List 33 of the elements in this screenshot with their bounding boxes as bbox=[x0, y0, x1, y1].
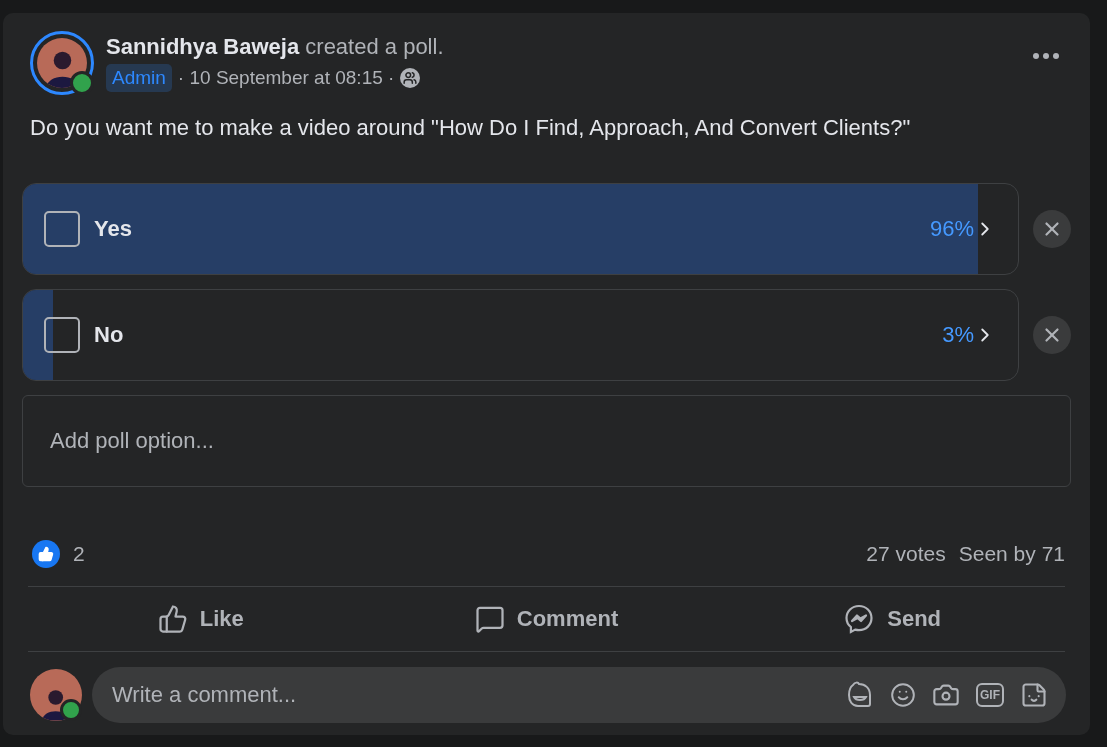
post-timestamp: · 10 September at 08:15 · bbox=[177, 67, 395, 89]
poll-option-label: Yes bbox=[94, 216, 133, 242]
avatar-sticker-icon bbox=[846, 681, 874, 709]
gif-button[interactable]: GIF bbox=[976, 683, 1004, 707]
sticker-button[interactable] bbox=[1020, 681, 1048, 709]
post-header-text: Sannidhya Baweja created a poll. bbox=[106, 34, 445, 60]
poll-option[interactable]: No 3% bbox=[22, 289, 1019, 381]
like-reaction-icon bbox=[32, 540, 60, 568]
vote-percentage: 96% bbox=[929, 216, 974, 242]
speech-bubble-icon bbox=[474, 604, 505, 634]
vote-count[interactable]: 27 votes bbox=[866, 542, 946, 566]
comment-field[interactable]: Write a comment... GIF bbox=[92, 667, 1066, 723]
admin-badge: Admin bbox=[106, 64, 172, 92]
close-button[interactable] bbox=[1033, 316, 1071, 354]
poll-option-label: No bbox=[94, 322, 125, 348]
emoji-button[interactable] bbox=[890, 682, 916, 708]
add-poll-option-field[interactable]: Add poll option... bbox=[22, 395, 1071, 487]
close-button[interactable] bbox=[1033, 210, 1071, 248]
poll-option[interactable]: Yes 96% bbox=[22, 183, 1019, 275]
poll-question: Do you want me to make a video around "How Do I Find, Approach, And Convert Clients?" bbox=[30, 115, 912, 141]
poll-checkbox[interactable] bbox=[44, 211, 80, 247]
vote-percentage: 3% bbox=[942, 322, 974, 348]
send-button[interactable]: Send bbox=[719, 593, 1065, 645]
comment-button[interactable]: Comment bbox=[373, 593, 720, 645]
reaction-count[interactable]: 2 bbox=[73, 542, 85, 566]
thumbs-up-icon bbox=[157, 604, 188, 634]
like-button[interactable]: Like bbox=[28, 593, 374, 645]
seen-count[interactable]: Seen by 71 bbox=[958, 542, 1065, 566]
poll-checkbox[interactable] bbox=[44, 317, 80, 353]
group-audience-icon bbox=[400, 68, 421, 88]
profile-avatar[interactable] bbox=[30, 31, 94, 95]
avatar-sticker-button[interactable] bbox=[846, 681, 874, 709]
messenger-icon bbox=[843, 603, 876, 635]
